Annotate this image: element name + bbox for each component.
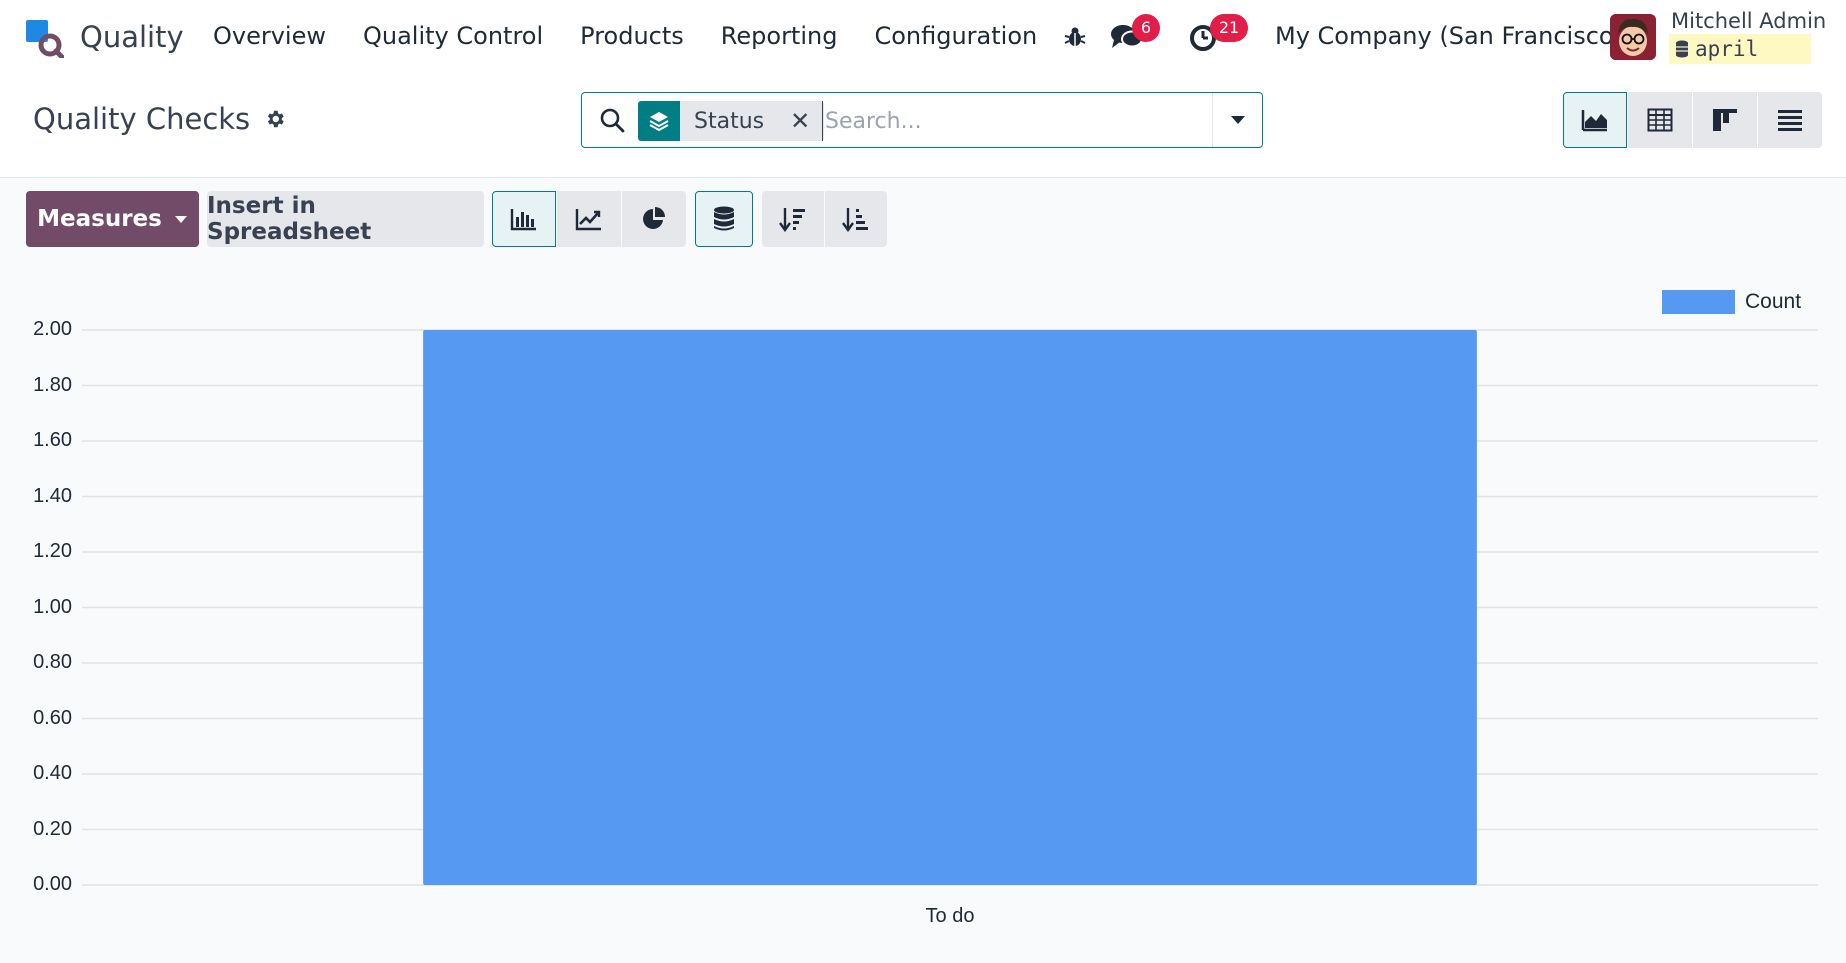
graph-view-button[interactable] — [1563, 92, 1627, 148]
sort-ascending-icon — [842, 208, 868, 232]
app-brand[interactable] — [24, 18, 64, 58]
facet-remove-icon[interactable]: ✕ — [790, 107, 810, 135]
view-switcher — [1563, 92, 1823, 148]
y-tick-label: 0.00 — [33, 873, 72, 895]
area-chart-icon — [1581, 110, 1607, 132]
app-name[interactable]: Quality — [80, 20, 184, 54]
line-chart-icon — [575, 209, 601, 231]
y-tick-label: 0.60 — [33, 706, 72, 729]
graph-toolbar: Measures Insert in Spreadsheet — [26, 191, 888, 247]
layers-icon — [638, 101, 680, 141]
main-menu: Overview Quality Control Products Report… — [213, 22, 1074, 50]
page-title: Quality Checks — [33, 102, 251, 136]
measures-label: Measures — [37, 206, 162, 232]
menu-item-overview[interactable]: Overview — [213, 22, 326, 50]
search-icon — [600, 108, 625, 133]
quality-app-icon — [26, 20, 64, 58]
search-facet-status: Status ✕ — [638, 101, 825, 141]
search-options-toggle[interactable] — [1212, 93, 1262, 147]
sort-descending-icon — [779, 208, 805, 232]
graph-chart: 0.00 0.20 0.40 0.60 0.80 1.00 1.20 1.40 1.60 1.80… — [0, 270, 1846, 963]
y-tick-label: 1.80 — [33, 373, 72, 396]
debug-button[interactable] — [1060, 14, 1090, 60]
pie-chart-icon — [643, 207, 665, 229]
search-input[interactable] — [822, 101, 1202, 141]
chart-canvas — [82, 329, 1818, 886]
bar-chart-button[interactable] — [492, 191, 556, 247]
messages-button[interactable]: 6 — [1108, 14, 1164, 60]
gear-icon[interactable] — [264, 108, 286, 130]
bug-icon — [1064, 27, 1086, 46]
facet-label: Status — [694, 108, 765, 134]
y-tick-label: 2.00 — [33, 318, 72, 340]
bar-chart-icon — [510, 209, 536, 231]
database-icon — [714, 206, 734, 231]
company-switcher[interactable]: My Company (San Francisco) — [1275, 22, 1623, 50]
caret-down-icon — [1230, 116, 1245, 124]
x-category-label: To do — [925, 905, 975, 927]
chart-legend[interactable]: Count — [1662, 290, 1801, 314]
messages-count-badge: 6 — [1132, 14, 1160, 42]
control-panel: Quality Checks Status ✕ — [0, 74, 1846, 178]
kanban-icon — [1713, 109, 1737, 131]
user-avatar[interactable] — [1610, 14, 1656, 60]
y-tick-label: 0.20 — [33, 817, 72, 840]
top-navbar: Quality Overview Quality Control Product… — [0, 0, 1846, 74]
database-icon — [1676, 40, 1688, 58]
bar[interactable] — [423, 330, 1477, 885]
caret-down-icon — [174, 215, 187, 223]
pivot-view-button[interactable] — [1628, 92, 1692, 148]
pie-chart-button[interactable] — [622, 191, 686, 247]
line-chart-button[interactable] — [557, 191, 621, 247]
y-tick-label: 1.40 — [33, 484, 72, 507]
database-badge: april — [1669, 34, 1811, 64]
search-bar: Status ✕ — [581, 92, 1263, 148]
stacked-group — [695, 191, 754, 247]
table-icon — [1647, 108, 1673, 132]
sort-group — [762, 191, 888, 247]
insert-label: Insert in Spreadsheet — [207, 193, 372, 245]
measures-button[interactable]: Measures — [26, 191, 199, 247]
chart-type-group — [492, 191, 687, 247]
legend-label: Count — [1745, 290, 1802, 313]
list-view-button[interactable] — [1758, 92, 1822, 148]
y-tick-label: 1.60 — [33, 429, 72, 451]
y-tick-label: 1.00 — [33, 595, 72, 618]
list-icon — [1778, 110, 1802, 131]
insert-in-spreadsheet-button[interactable]: Insert in Spreadsheet — [207, 191, 484, 247]
menu-item-products[interactable]: Products — [580, 22, 684, 50]
y-tick-label: 0.40 — [33, 762, 72, 784]
y-tick-label: 1.20 — [33, 540, 72, 562]
user-name[interactable]: Mitchell Admin — [1671, 9, 1826, 33]
activities-button[interactable]: 21 — [1186, 14, 1250, 60]
menu-item-quality-control[interactable]: Quality Control — [363, 22, 543, 50]
database-name: april — [1695, 37, 1759, 61]
breadcrumb: Quality Checks — [33, 102, 286, 136]
kanban-view-button[interactable] — [1693, 92, 1757, 148]
menu-item-configuration[interactable]: Configuration — [874, 22, 1037, 50]
stacked-button[interactable] — [695, 191, 753, 247]
avatar-face-icon — [1610, 14, 1656, 60]
legend-swatch — [1662, 290, 1735, 314]
sort-ascending-button[interactable] — [825, 191, 887, 247]
activities-count-badge: 21 — [1210, 14, 1248, 42]
menu-item-reporting[interactable]: Reporting — [721, 22, 838, 50]
y-tick-label: 0.80 — [33, 651, 72, 673]
sort-descending-button[interactable] — [762, 191, 824, 247]
